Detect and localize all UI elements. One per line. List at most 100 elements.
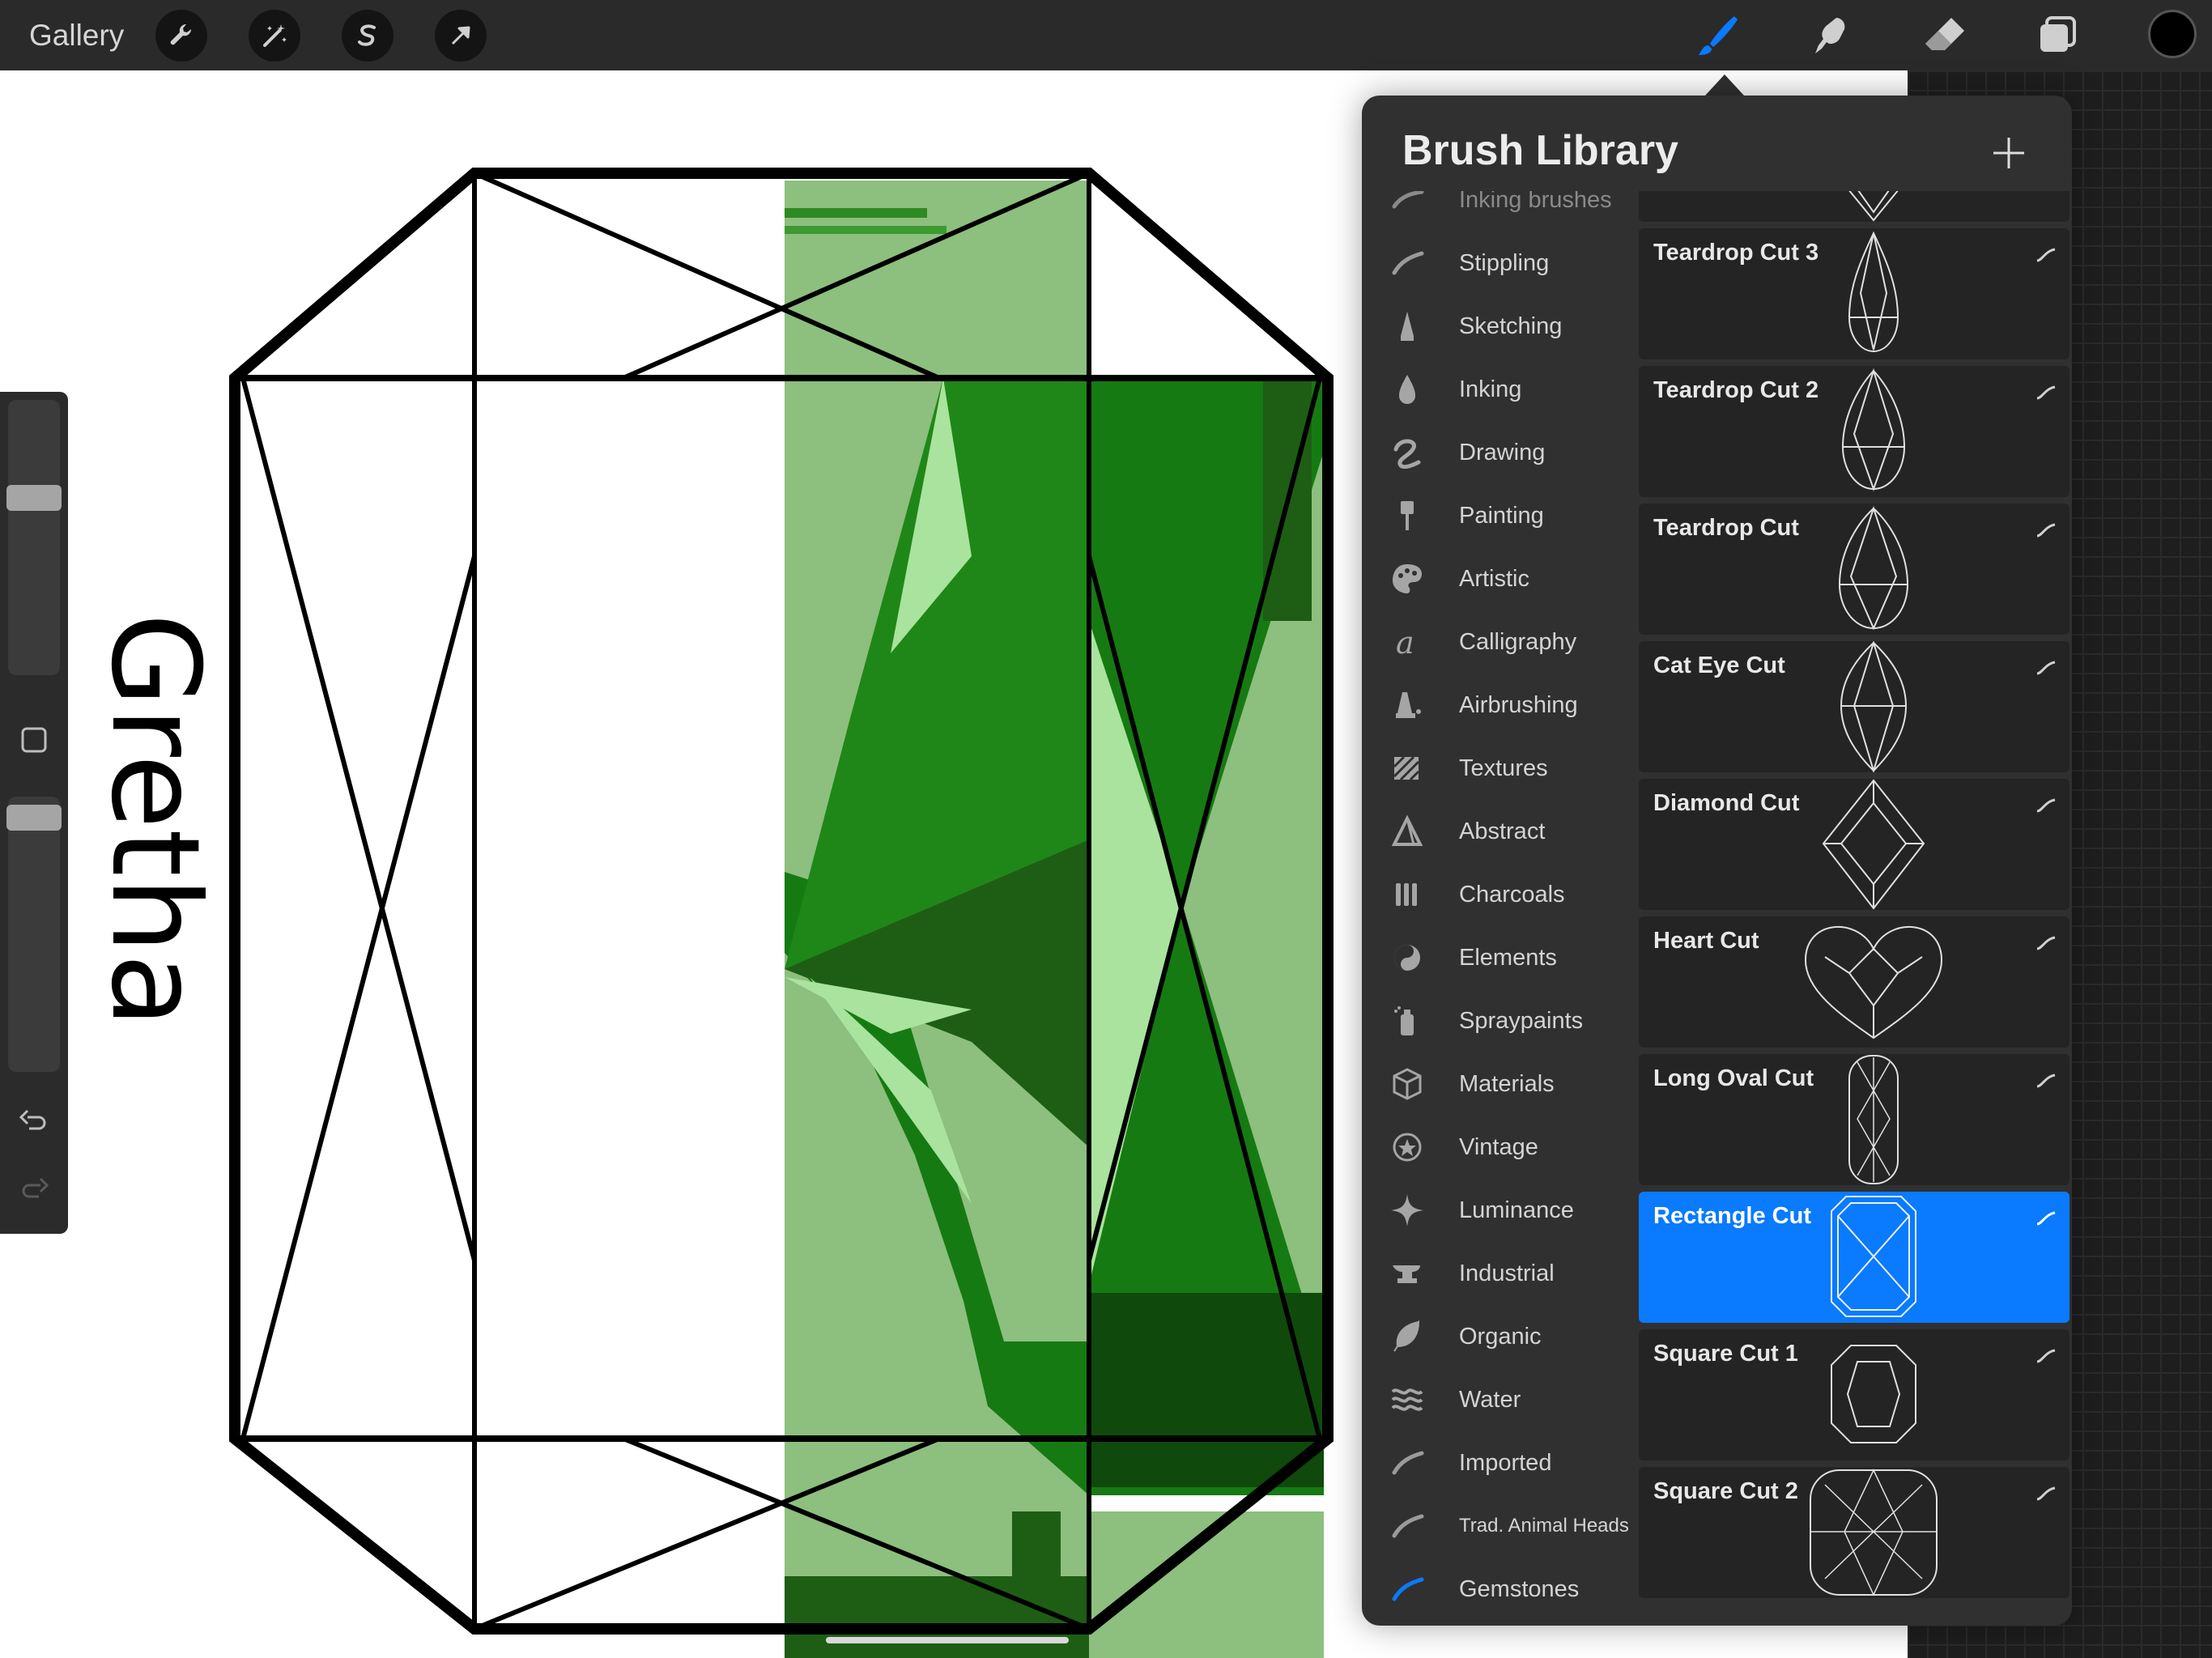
category-item[interactable]: Sketching bbox=[1362, 298, 1632, 355]
brush-item[interactable]: Long Oval Cut bbox=[1639, 1054, 2069, 1185]
stroke-icon bbox=[1389, 245, 1425, 281]
marquise-gem-icon bbox=[1840, 641, 1908, 772]
panel-title: Brush Library bbox=[1402, 127, 1678, 174]
canvas-lettering: Gretha bbox=[84, 613, 225, 1028]
brush-item[interactable]: Teardrop Cut 2 bbox=[1639, 366, 2069, 497]
category-item[interactable]: Materials bbox=[1362, 1056, 1632, 1112]
undo-icon bbox=[19, 1109, 46, 1130]
brush-item[interactable]: Diamond Cut bbox=[1639, 779, 2069, 910]
category-item[interactable]: Trad. Animal Heads bbox=[1362, 1498, 1632, 1554]
brush-size-thumb[interactable] bbox=[6, 485, 62, 511]
brush-item[interactable]: Square Cut 2 bbox=[1639, 1467, 2069, 1598]
smudge-icon bbox=[1815, 18, 1845, 53]
brush-tool-button[interactable] bbox=[1689, 6, 1747, 65]
eraser-tool-button[interactable] bbox=[1916, 6, 1974, 65]
teardrop-gem-icon bbox=[1838, 505, 1909, 631]
stroke-icon bbox=[1389, 1571, 1425, 1607]
selection-button[interactable] bbox=[342, 10, 393, 62]
gallery-button[interactable]: Gallery bbox=[29, 15, 124, 57]
category-item[interactable]: Abstract bbox=[1362, 803, 1632, 860]
diamond-gem-icon bbox=[1822, 779, 1925, 910]
layers-tool-button[interactable] bbox=[2029, 6, 2087, 65]
category-item[interactable]: Stippling bbox=[1362, 235, 1632, 291]
category-item[interactable]: a Calligraphy bbox=[1362, 614, 1632, 670]
pressure-curve-icon bbox=[2036, 248, 2056, 262]
triangle-icon bbox=[1389, 814, 1425, 849]
adjustments-button[interactable] bbox=[249, 10, 300, 62]
panel-pointer bbox=[1705, 74, 1744, 96]
brush-item[interactable]: Teardrop Cut bbox=[1639, 504, 2069, 635]
brush-item[interactable]: Heart Cut bbox=[1639, 916, 2069, 1048]
pressure-curve-icon bbox=[2036, 523, 2056, 538]
waves-icon bbox=[1389, 1382, 1425, 1418]
pressure-curve-icon bbox=[2036, 1073, 2056, 1088]
category-item[interactable]: Drawing bbox=[1362, 424, 1632, 481]
eraser-icon bbox=[1925, 18, 1964, 50]
plus-icon[interactable] bbox=[1990, 134, 2027, 172]
pressure-curve-icon bbox=[2036, 1486, 2056, 1501]
brush-stroke-icon bbox=[1389, 191, 1425, 218]
layers-icon bbox=[2040, 16, 2076, 52]
cube-icon bbox=[1389, 1066, 1425, 1102]
palette-icon bbox=[1389, 561, 1425, 597]
brush-size-slider[interactable] bbox=[6, 400, 62, 675]
category-item[interactable]: Textures bbox=[1362, 740, 1632, 797]
category-item[interactable]: Organic bbox=[1362, 1308, 1632, 1365]
redo-icon bbox=[22, 1177, 49, 1198]
star-badge-icon bbox=[1389, 1129, 1425, 1165]
transform-button[interactable] bbox=[435, 10, 487, 62]
category-item[interactable]: Industrial bbox=[1362, 1245, 1632, 1302]
redo-button[interactable] bbox=[15, 1169, 53, 1208]
opacity-slider[interactable] bbox=[6, 797, 62, 1072]
top-toolbar: Gallery bbox=[0, 0, 2212, 70]
pressure-curve-icon bbox=[2036, 798, 2056, 813]
texture-icon bbox=[1389, 750, 1425, 786]
category-item[interactable]: Artistic bbox=[1362, 551, 1632, 607]
left-sidebar bbox=[0, 392, 68, 1234]
stroke-icon bbox=[1389, 1508, 1425, 1544]
category-list[interactable]: Inking brushes Stippling Sketching Inkin… bbox=[1362, 191, 1632, 1626]
wrench-icon bbox=[170, 23, 192, 45]
gem-shape-icon bbox=[1848, 191, 1899, 222]
undo-button[interactable] bbox=[15, 1101, 53, 1140]
color-picker-button[interactable] bbox=[2148, 10, 2197, 58]
modify-button[interactable] bbox=[15, 721, 53, 759]
category-item[interactable]: Painting bbox=[1362, 487, 1632, 544]
squiggle-icon bbox=[1389, 435, 1425, 470]
square-icon bbox=[21, 727, 47, 753]
brush-item[interactable]: Cat Eye Cut bbox=[1639, 641, 2069, 772]
brush-item[interactable]: Teardrop Cut 3 bbox=[1639, 228, 2069, 359]
heart-gem-icon bbox=[1804, 925, 1943, 1039]
category-item[interactable]: Spraypaints bbox=[1362, 993, 1632, 1049]
brush-item[interactable] bbox=[1639, 191, 2069, 222]
brush-icon bbox=[1699, 16, 1738, 55]
category-item[interactable]: Water bbox=[1362, 1371, 1632, 1428]
category-item[interactable]: Vintage bbox=[1362, 1119, 1632, 1175]
spray-can-icon bbox=[1389, 1003, 1425, 1039]
calligraphy-icon: a bbox=[1389, 624, 1425, 660]
yin-yang-icon bbox=[1389, 940, 1425, 976]
brush-item[interactable]: Square Cut 1 bbox=[1639, 1329, 2069, 1460]
charcoal-icon bbox=[1389, 877, 1425, 912]
pressure-curve-icon bbox=[2036, 385, 2056, 400]
opacity-thumb[interactable] bbox=[6, 805, 62, 831]
category-item[interactable]: Airbrushing bbox=[1362, 677, 1632, 733]
category-item[interactable]: Imported bbox=[1362, 1435, 1632, 1491]
brush-item-selected[interactable]: Rectangle Cut bbox=[1639, 1192, 2069, 1323]
category-item[interactable]: Inking bbox=[1362, 361, 1632, 418]
pressure-curve-icon bbox=[2036, 661, 2056, 675]
category-item[interactable]: Luminance bbox=[1362, 1182, 1632, 1239]
smudge-tool-button[interactable] bbox=[1802, 6, 1861, 65]
magic-wand-icon bbox=[263, 24, 287, 47]
category-item[interactable]: Inking brushes bbox=[1362, 191, 1632, 228]
ink-drop-icon bbox=[1389, 372, 1425, 407]
category-item[interactable]: Elements bbox=[1362, 929, 1632, 986]
brush-library-panel: Brush Library Inking brushes Stippling S… bbox=[1362, 96, 2072, 1626]
actions-button[interactable] bbox=[155, 10, 207, 62]
svg-text:a: a bbox=[1396, 625, 1414, 660]
brush-list[interactable]: Teardrop Cut 3 Teardrop Cut 2 Teardrop C… bbox=[1639, 191, 2072, 1626]
anvil-icon bbox=[1389, 1256, 1425, 1291]
category-item[interactable]: Charcoals bbox=[1362, 866, 1632, 923]
transform-arrow-icon bbox=[451, 26, 470, 45]
category-item[interactable]: Gemstones bbox=[1362, 1561, 1632, 1618]
